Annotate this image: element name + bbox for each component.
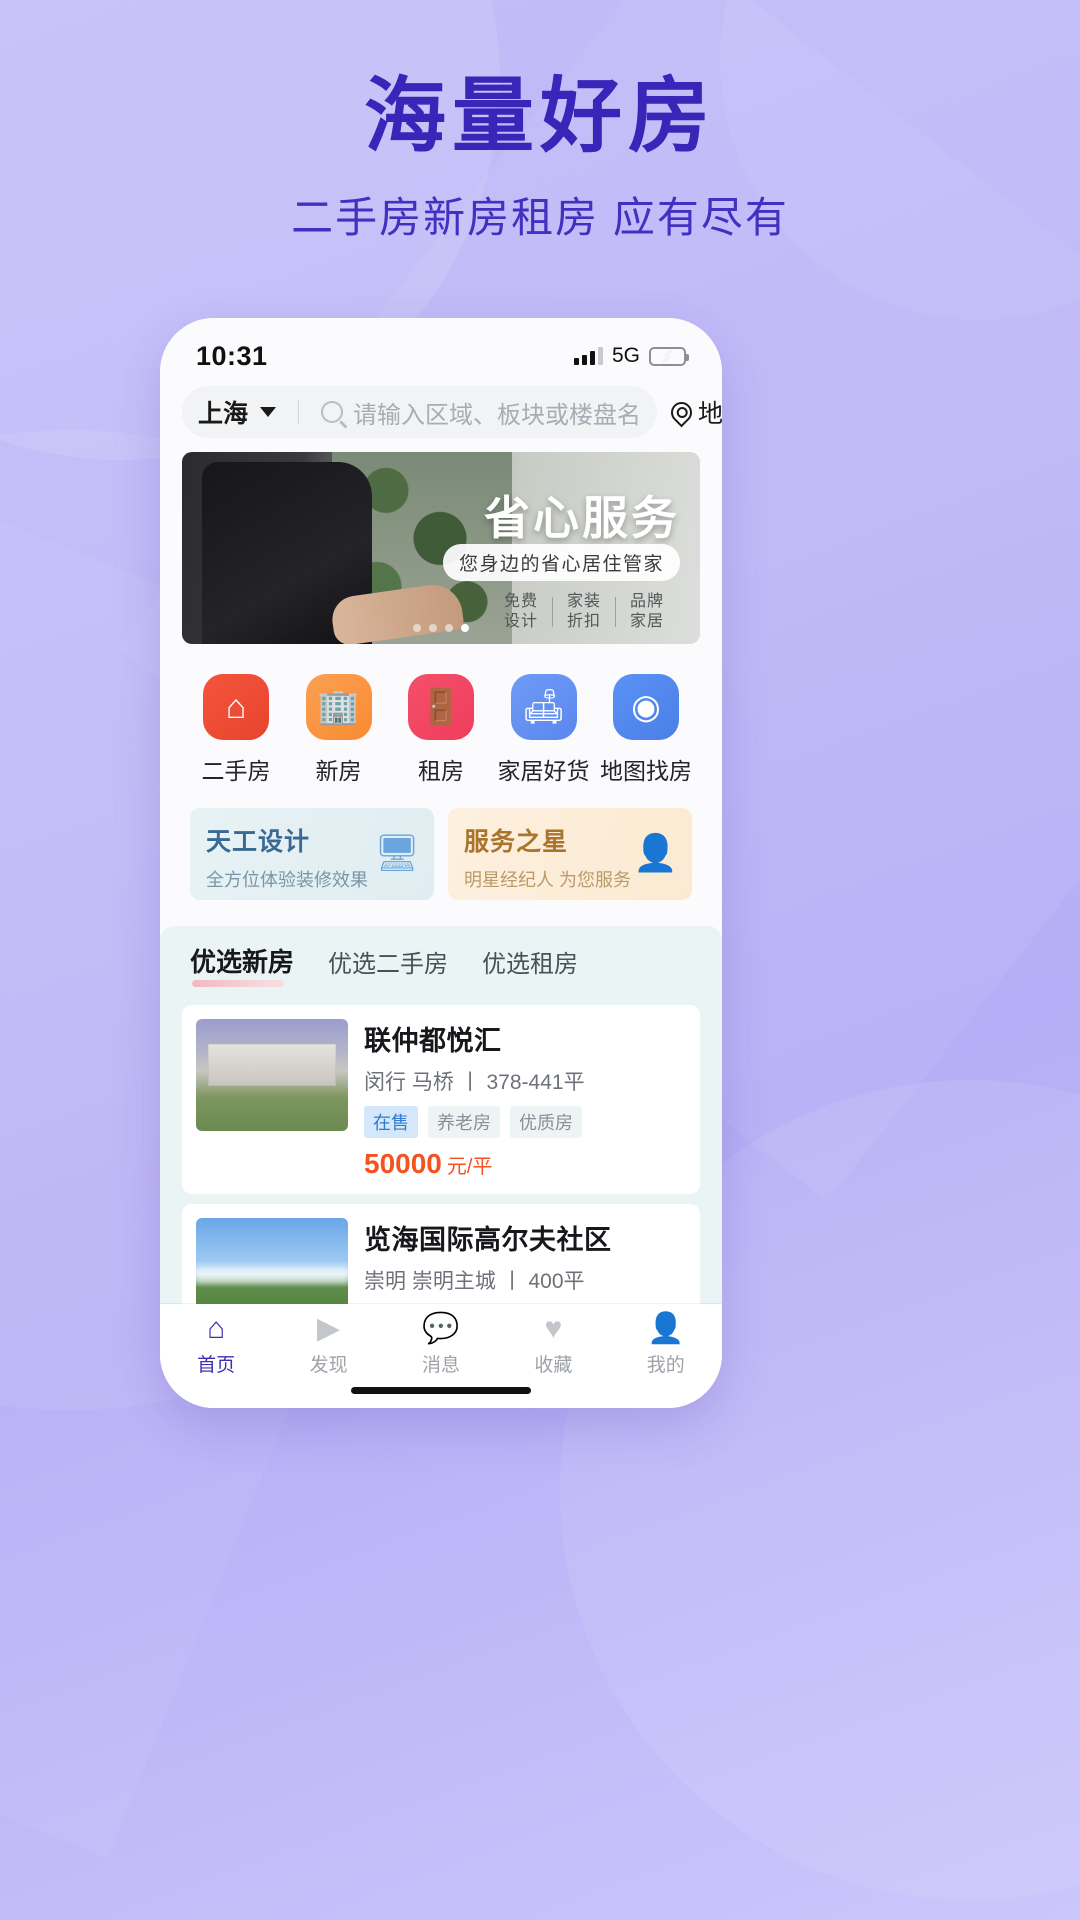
monitor-design-icon: 🖥 (374, 832, 420, 873)
category-label: 地图找房 (600, 758, 692, 784)
banner-feature-line1: 家装 (566, 593, 601, 610)
network-label: 5G (611, 344, 640, 367)
listing-tabs: 优选新房 优选二手房 优选租房 (160, 942, 722, 995)
tab-rentals[interactable]: 优选租房 (482, 944, 578, 989)
listing-info: 联仲都悦汇 闵行 马桥 丨 378-441平 在售 养老房 优质房 50000 元… (364, 1019, 686, 1180)
nav-item-home[interactable]: ⌂ 首页 (171, 1314, 261, 1377)
banner-dot[interactable] (445, 624, 453, 632)
category-item-homegoods[interactable]: 🛋 家居好货 (498, 674, 590, 786)
building-icon: 🏢 (305, 674, 372, 740)
search-input[interactable]: 上海 请输入区域、板块或楼盘名 (182, 386, 658, 438)
banner-feature: 家装 折扣 (553, 592, 615, 632)
listing-thumbnail (196, 1218, 348, 1304)
nav-label: 发现 (309, 1355, 348, 1376)
category-item-rent[interactable]: 🚪 租房 (395, 674, 487, 786)
sofa-icon: 🛋 (510, 674, 577, 740)
listing-name: 联仲都悦汇 (364, 1026, 502, 1056)
promo-card-agent[interactable]: 服务之星 明星经纪人 为您服务 👤 (448, 808, 692, 900)
agent-avatar-icon: 👤 (633, 832, 678, 873)
listing-price-value: 50000 (364, 1148, 442, 1179)
category-label: 租房 (418, 758, 464, 784)
status-indicators: 5G ⚡ (573, 344, 689, 368)
category-item-newhouse[interactable]: 🏢 新房 (293, 674, 385, 786)
banner-pagination-dots[interactable] (413, 624, 469, 632)
banner-feature-line1: 免费 (503, 593, 538, 610)
status-bar: 10:31 5G ⚡ (160, 318, 722, 380)
status-time: 10:31 (196, 340, 268, 371)
listing-tag: 优质房 (510, 1106, 582, 1138)
search-icon (321, 401, 344, 423)
signal-bars-icon (573, 347, 603, 365)
search-placeholder: 请输入区域、板块或楼盘名 (353, 401, 642, 429)
category-item-mapsearch[interactable]: ◉ 地图找房 (600, 674, 692, 786)
map-button[interactable]: 地图 (657, 394, 722, 430)
home-icon: ⌂ (207, 1312, 226, 1345)
door-key-icon: 🚪 (408, 674, 474, 740)
listing-price-unit: 元/平 (446, 1156, 493, 1178)
nav-item-messages[interactable]: 💬 消息 (396, 1314, 486, 1377)
map-locate-icon: ◉ (613, 674, 679, 740)
banner-feature-line2: 设计 (503, 613, 538, 630)
banner-feature-line1: 品牌 (629, 593, 664, 610)
listing-price: 50000 元/平 (364, 1148, 686, 1180)
map-pin-icon (666, 397, 697, 427)
divider (298, 400, 300, 424)
banner-subtitle: 您身边的省心居住管家 (442, 544, 680, 581)
city-selector-label[interactable]: 上海 (198, 394, 248, 430)
banner-dot[interactable] (413, 624, 421, 632)
heart-icon: ♥ (544, 1312, 563, 1345)
status-badge: 在售 (364, 1106, 418, 1138)
map-button-label: 地图 (698, 400, 722, 428)
listing-info: 览海国际高尔夫社区 崇明 崇明主城 丨 400平 在售 优惠打折 优质房 交通便… (364, 1218, 686, 1304)
banner-feature-line2: 折扣 (566, 613, 601, 630)
chat-bubble-icon: 💬 (422, 1312, 460, 1345)
banner-features: 免费设计 家装折扣 品牌家居 (490, 592, 678, 632)
category-label: 二手房 (201, 758, 271, 784)
page-subtitle: 二手房新房租房 应有尽有 (291, 194, 789, 242)
person-icon: 👤 (647, 1312, 685, 1345)
promo-heading-block: 海量好房 二手房新房租房 应有尽有 (0, 71, 1080, 245)
tab-new-houses[interactable]: 优选新房 (190, 942, 294, 989)
listing-tag: 养老房 (428, 1106, 500, 1138)
category-item-secondhand[interactable]: ⌂ 二手房 (190, 674, 282, 786)
listing-card[interactable]: 览海国际高尔夫社区 崇明 崇明主城 丨 400平 在售 优惠打折 优质房 交通便… (182, 1204, 700, 1304)
nav-item-profile[interactable]: 👤 我的 (621, 1314, 711, 1377)
nav-label: 我的 (646, 1355, 685, 1376)
battery-charging-icon: ⚡ (649, 346, 689, 367)
nav-item-favorites[interactable]: ♥ 收藏 (508, 1314, 598, 1377)
home-indicator (351, 1387, 531, 1394)
listing-card[interactable]: 联仲都悦汇 闵行 马桥 丨 378-441平 在售 养老房 优质房 50000 元… (182, 1005, 700, 1194)
banner-feature: 品牌 家居 (616, 592, 678, 632)
nav-item-discover[interactable]: ▶ 发现 (284, 1314, 374, 1377)
listing-meta: 崇明 崇明主城 丨 400平 (364, 1270, 585, 1293)
listing-tags: 在售 养老房 优质房 (364, 1106, 686, 1138)
page-title: 海量好房 (363, 71, 716, 162)
banner-title: 省心服务 (484, 492, 680, 544)
search-bar-row: 上海 请输入区域、板块或楼盘名 地图 (160, 380, 722, 452)
category-label: 新房 (315, 758, 362, 784)
category-label: 家居好货 (497, 758, 590, 784)
listings-panel: 优选新房 优选二手房 优选租房 联仲都悦汇 闵行 马桥 丨 378-441平 在… (160, 926, 722, 1304)
phone-mockup: 10:31 5G ⚡ 上海 请输入区域、板块或楼盘名 地图 (160, 318, 722, 1408)
chevron-down-icon[interactable] (260, 407, 277, 417)
phone-screen: 10:31 5G ⚡ 上海 请输入区域、板块或楼盘名 地图 (160, 318, 722, 1408)
listing-thumbnail (196, 1019, 348, 1131)
compass-play-icon: ▶ (317, 1312, 341, 1345)
category-grid: ⌂ 二手房 🏢 新房 🚪 租房 🛋 家居好货 ◉ 地图找房 (160, 644, 722, 808)
banner-dot-active[interactable] (461, 624, 469, 632)
promo-card-design[interactable]: 天工设计 全方位体验装修效果 🖥 (190, 808, 434, 900)
nav-label: 收藏 (534, 1355, 573, 1376)
nav-label: 首页 (197, 1355, 236, 1376)
house-icon: ⌂ (203, 674, 269, 740)
promo-cards-row: 天工设计 全方位体验装修效果 🖥 服务之星 明星经纪人 为您服务 👤 (160, 808, 722, 926)
listing-meta: 闵行 马桥 丨 378-441平 (364, 1071, 585, 1094)
listing-name: 览海国际高尔夫社区 (364, 1225, 612, 1255)
banner-dot[interactable] (429, 624, 437, 632)
hero-banner[interactable]: 省心服务 您身边的省心居住管家 免费设计 家装折扣 品牌家居 (182, 452, 700, 644)
nav-label: 消息 (421, 1355, 460, 1376)
banner-feature-line2: 家居 (629, 613, 664, 630)
tab-secondhand-houses[interactable]: 优选二手房 (328, 944, 448, 989)
banner-feature: 免费 设计 (490, 592, 552, 632)
